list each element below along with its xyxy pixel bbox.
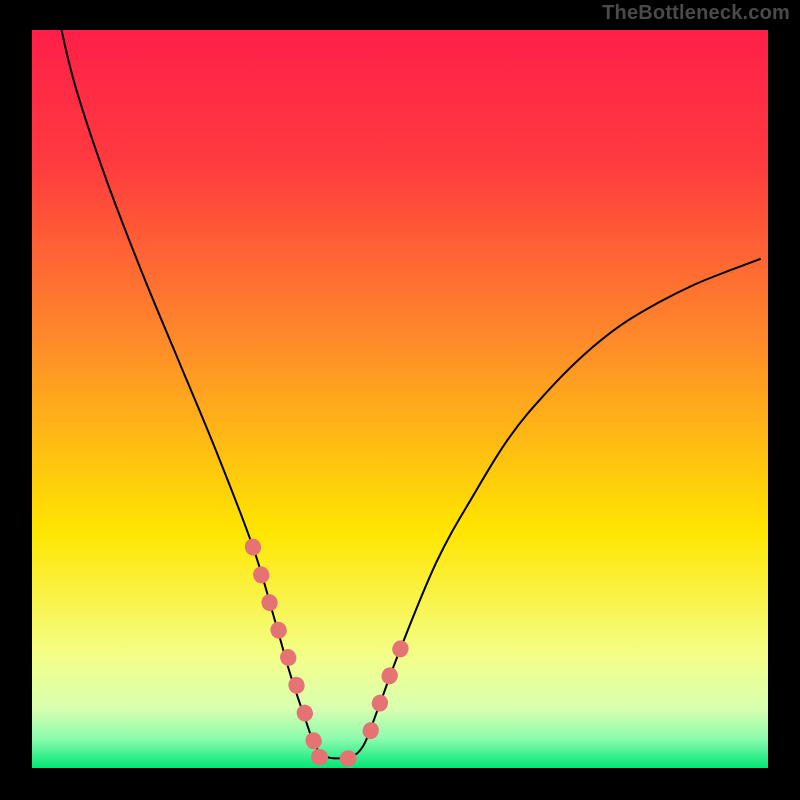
chart-frame: TheBottleneck.com (0, 0, 800, 800)
watermark-text: TheBottleneck.com (602, 2, 790, 25)
bottleneck-chart (0, 0, 800, 800)
